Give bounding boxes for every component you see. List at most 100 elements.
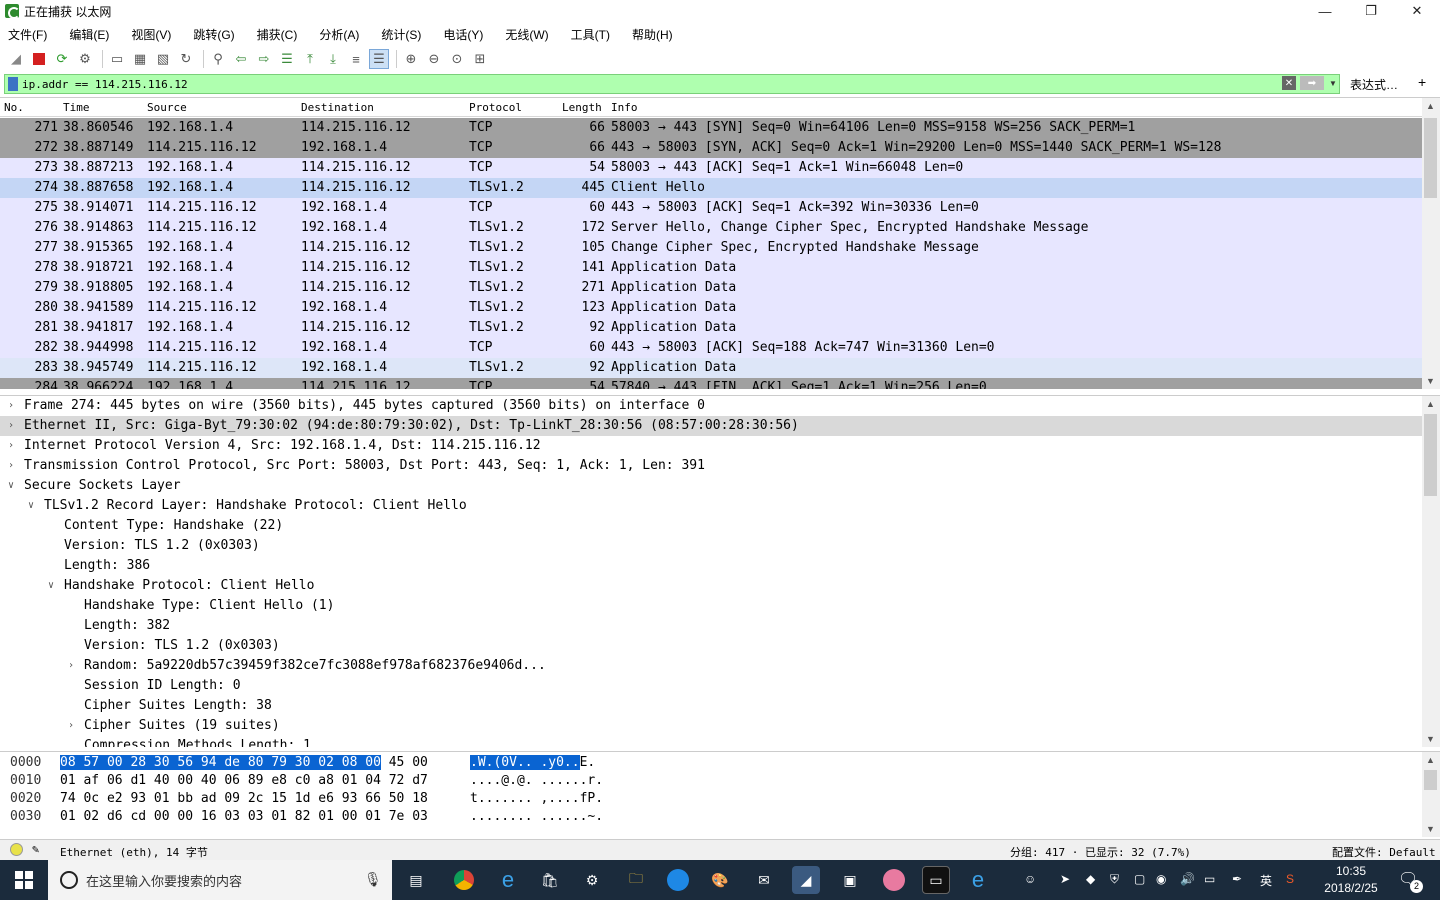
packet-row[interactable]: 275 38.914071 114.215.116.12 192.168.1.4 TCP… bbox=[0, 198, 1422, 218]
detail-tree-item[interactable]: Version: TLS 1.2 (0x0303) bbox=[0, 536, 1422, 556]
packet-row[interactable]: 278 38.918721 192.168.1.4 114.215.116.12 TLS… bbox=[0, 258, 1422, 278]
windows-start-icon[interactable] bbox=[0, 860, 48, 900]
packet-row[interactable]: 284 38.966224 192.168.1.4 114.215.116.12 TCP… bbox=[0, 378, 1422, 389]
last-packet-icon[interactable]: ⤓ bbox=[323, 49, 343, 69]
scroll-down-arrow-icon[interactable]: ▼ bbox=[1426, 824, 1435, 834]
zoom-out-icon[interactable]: ⊖ bbox=[424, 49, 444, 69]
clear-filter-icon[interactable]: ✕ bbox=[1282, 76, 1296, 90]
scrollbar-thumb[interactable] bbox=[1424, 118, 1437, 198]
hex-ascii[interactable]: ........ ......~. bbox=[470, 808, 603, 826]
autoscroll-icon[interactable]: ≡ bbox=[346, 49, 366, 69]
collapsed-arrow-icon[interactable]: › bbox=[68, 716, 74, 736]
column-header-info[interactable]: Info bbox=[611, 101, 638, 114]
column-header-protocol[interactable]: Protocol bbox=[469, 101, 522, 114]
tray-window-icon[interactable]: ▢ bbox=[1134, 872, 1145, 886]
mail-icon[interactable]: ✉ bbox=[750, 866, 778, 894]
packet-row[interactable]: 281 38.941817 192.168.1.4 114.215.116.12 TLS… bbox=[0, 318, 1422, 338]
detail-tree-item[interactable]: › Random: 5a9220db57c39459f382ce7fc3088ef… bbox=[0, 656, 1422, 676]
zoom-in-icon[interactable]: ⊕ bbox=[401, 49, 421, 69]
detail-tree-item[interactable]: › Transmission Control Protocol, Src Port… bbox=[0, 456, 1422, 476]
file-explorer-icon[interactable]: 🗀 bbox=[622, 866, 650, 894]
hex-ascii[interactable]: .W.(0V.. .y0..E. bbox=[470, 754, 595, 772]
details-scrollbar[interactable]: ▲ ▼ bbox=[1422, 396, 1440, 747]
go-forward-icon[interactable]: ⇨ bbox=[254, 49, 274, 69]
wireshark-taskbar-icon[interactable]: ◢ bbox=[792, 866, 820, 894]
column-header-destination[interactable]: Destination bbox=[301, 101, 374, 114]
close-button[interactable]: ✕ bbox=[1394, 0, 1440, 22]
bookmark-icon[interactable] bbox=[8, 77, 18, 91]
packet-list-scrollbar[interactable]: ▲ ▼ bbox=[1422, 98, 1440, 389]
packet-row[interactable]: 279 38.918805 192.168.1.4 114.215.116.12 TLS… bbox=[0, 278, 1422, 298]
first-packet-icon[interactable]: ⤒ bbox=[300, 49, 320, 69]
save-file-icon[interactable]: ▦ bbox=[130, 49, 150, 69]
expanded-arrow-icon[interactable]: ∨ bbox=[8, 476, 14, 496]
add-filter-button[interactable]: + bbox=[1418, 74, 1426, 90]
hex-ascii[interactable]: ....@.@. ......r. bbox=[470, 772, 603, 790]
menu-help[interactable]: 帮助(H) bbox=[628, 24, 677, 45]
scroll-up-arrow-icon[interactable]: ▲ bbox=[1426, 101, 1435, 111]
packet-row[interactable]: 283 38.945749 114.215.116.12 192.168.1.4 TLS… bbox=[0, 358, 1422, 378]
packet-row[interactable]: 277 38.915365 192.168.1.4 114.215.116.12 TLS… bbox=[0, 238, 1422, 258]
find-packet-icon[interactable]: ⚲ bbox=[208, 49, 228, 69]
app-window-icon[interactable]: ▣ bbox=[836, 866, 864, 894]
tray-network-app-icon[interactable]: ◉ bbox=[1156, 872, 1166, 886]
filter-history-dropdown-icon[interactable]: ▼ bbox=[1327, 76, 1339, 90]
detail-tree-item[interactable]: ∨ Secure Sockets Layer bbox=[0, 476, 1422, 496]
detail-tree-item[interactable]: ∨ TLSv1.2 Record Layer: Handshake Protoco… bbox=[0, 496, 1422, 516]
ie-icon[interactable]: e bbox=[964, 866, 992, 894]
expression-button[interactable]: 表达式… bbox=[1350, 76, 1398, 93]
hex-row[interactable]: 0020 74 0c e2 93 01 bb ad 09 2c 15 1d e6 … bbox=[0, 790, 1422, 808]
hex-ascii[interactable]: t....... ,....fP. bbox=[470, 790, 603, 808]
scrollbar-thumb[interactable] bbox=[1424, 770, 1437, 790]
pink-app-icon[interactable] bbox=[880, 866, 908, 894]
packet-row[interactable]: 274 38.887658 192.168.1.4 114.215.116.12 TLS… bbox=[0, 178, 1422, 198]
scrollbar-thumb[interactable] bbox=[1424, 414, 1437, 496]
collapsed-arrow-icon[interactable]: › bbox=[8, 456, 14, 476]
tray-app-icon[interactable]: ◆ bbox=[1086, 872, 1095, 886]
collapsed-arrow-icon[interactable]: › bbox=[68, 656, 74, 676]
display-filter-input[interactable]: ip.addr == 114.215.116.12 bbox=[4, 74, 1340, 94]
menu-edit[interactable]: 编辑(E) bbox=[65, 24, 113, 45]
scroll-down-arrow-icon[interactable]: ▼ bbox=[1426, 734, 1435, 744]
hex-bytes[interactable]: 08 57 00 28 30 56 94 de 80 79 30 02 08 0… bbox=[60, 754, 428, 772]
packet-row[interactable]: 271 38.860546 192.168.1.4 114.215.116.12 TCP… bbox=[0, 118, 1422, 138]
detail-tree-item[interactable]: Content Type: Handshake (22) bbox=[0, 516, 1422, 536]
edit-comment-icon[interactable]: ✎ bbox=[32, 842, 39, 856]
hex-row[interactable]: 0000 08 57 00 28 30 56 94 de 80 79 30 02 … bbox=[0, 754, 1422, 772]
packet-row[interactable]: 282 38.944998 114.215.116.12 192.168.1.4 TCP… bbox=[0, 338, 1422, 358]
taskbar-search-box[interactable]: 在这里输入你要搜索的内容 🎙 bbox=[48, 860, 392, 900]
input-method-label[interactable]: 英 bbox=[1260, 872, 1272, 889]
scroll-up-arrow-icon[interactable]: ▲ bbox=[1426, 755, 1435, 765]
chrome-icon[interactable] bbox=[450, 866, 478, 894]
taskbar-clock[interactable]: 10:35 2018/2/25 bbox=[1316, 863, 1386, 897]
blue-app-icon[interactable] bbox=[664, 866, 692, 894]
restart-capture-icon[interactable]: ⟳ bbox=[52, 49, 72, 69]
stop-capture-icon[interactable] bbox=[29, 49, 49, 69]
menu-view[interactable]: 视图(V) bbox=[127, 24, 175, 45]
expert-info-icon[interactable] bbox=[10, 843, 23, 856]
hex-row[interactable]: 0030 01 02 d6 cd 00 00 16 03 03 01 82 01 … bbox=[0, 808, 1422, 826]
reload-file-icon[interactable]: ↻ bbox=[176, 49, 196, 69]
sogou-icon[interactable]: S bbox=[1286, 872, 1294, 886]
detail-tree-item[interactable]: › Internet Protocol Version 4, Src: 192.1… bbox=[0, 436, 1422, 456]
column-header-time[interactable]: Time bbox=[63, 101, 90, 114]
close-file-icon[interactable]: ▧ bbox=[153, 49, 173, 69]
menu-wireless[interactable]: 无线(W) bbox=[501, 24, 552, 45]
minimize-button[interactable]: — bbox=[1302, 0, 1348, 22]
people-icon[interactable]: ☺ bbox=[1024, 872, 1036, 886]
open-file-icon[interactable]: ▭ bbox=[107, 49, 127, 69]
hex-bytes[interactable]: 74 0c e2 93 01 bb ad 09 2c 15 1d e6 93 6… bbox=[60, 790, 428, 808]
expanded-arrow-icon[interactable]: ∨ bbox=[48, 576, 54, 596]
column-header-source[interactable]: Source bbox=[147, 101, 187, 114]
store-icon[interactable]: 🛍 bbox=[536, 866, 564, 894]
detail-tree-item[interactable]: Compression Methods Length: 1 bbox=[0, 736, 1422, 747]
menu-capture[interactable]: 捕获(C) bbox=[253, 24, 302, 45]
zoom-reset-icon[interactable]: ⊙ bbox=[447, 49, 467, 69]
network-icon[interactable]: ▭ bbox=[1204, 872, 1215, 886]
column-header-no[interactable]: No. bbox=[4, 101, 24, 114]
collapsed-arrow-icon[interactable]: › bbox=[8, 436, 14, 456]
hex-bytes[interactable]: 01 02 d6 cd 00 00 16 03 03 01 82 01 00 0… bbox=[60, 808, 428, 826]
collapsed-arrow-icon[interactable]: › bbox=[8, 416, 14, 436]
resize-columns-icon[interactable]: ⊞ bbox=[470, 49, 490, 69]
scroll-up-arrow-icon[interactable]: ▲ bbox=[1426, 399, 1435, 409]
